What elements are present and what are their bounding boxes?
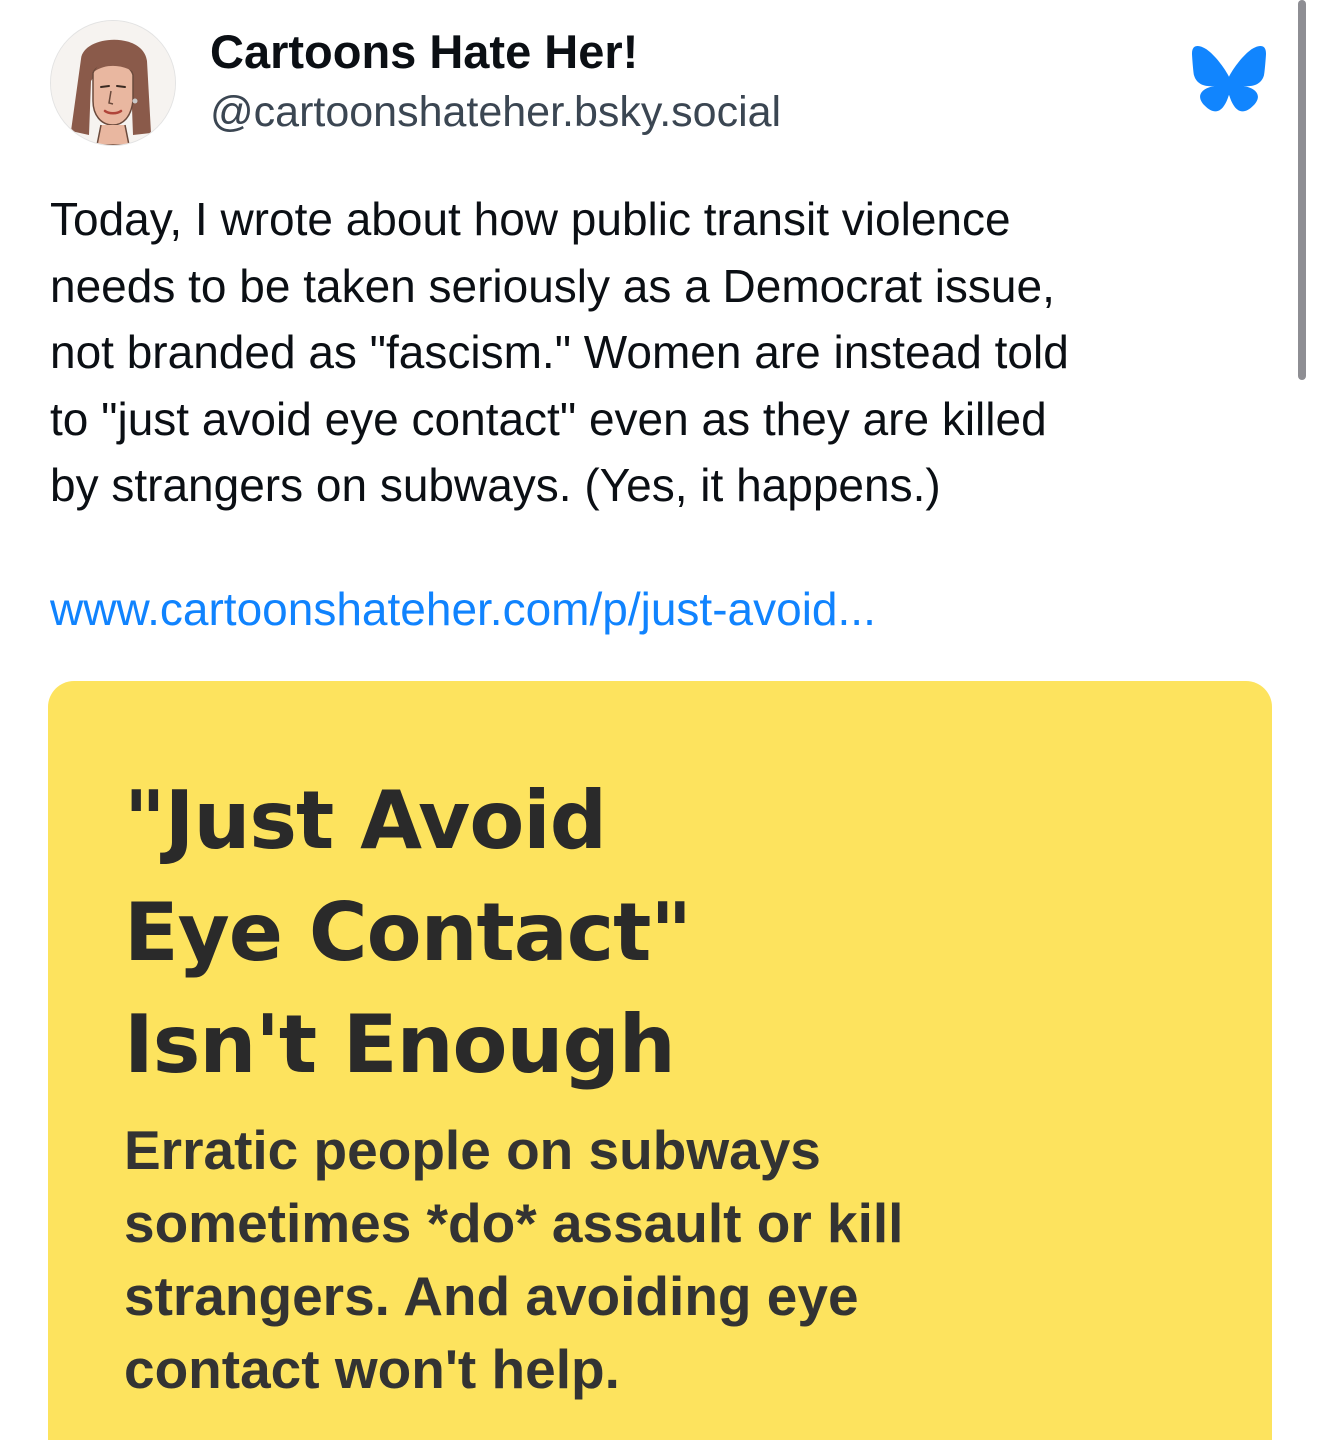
bluesky-butterfly-icon[interactable] [1192,46,1266,112]
link-preview-card[interactable]: "Just Avoid Eye Contact" Isn't Enough Er… [48,681,1272,1440]
post-view: Cartoons Hate Her! @cartoonshateher.bsky… [0,0,1320,1440]
author-display-name[interactable]: Cartoons Hate Her! [210,24,638,79]
author-avatar[interactable] [50,20,176,146]
post-external-link[interactable]: www.cartoonshateher.com/p/just-avoid... [50,582,876,636]
link-card-subtitle: Erratic people on subways sometimes *do*… [124,1119,904,1400]
avatar-illustration-icon [51,21,175,145]
post-body-text: Today, I wrote about how public transit … [50,193,1069,511]
author-handle[interactable]: @cartoonshateher.bsky.social [210,88,781,137]
scrollbar[interactable] [1298,0,1306,380]
link-card-title: "Just Avoid Eye Contact" Isn't Enough [124,774,692,1091]
